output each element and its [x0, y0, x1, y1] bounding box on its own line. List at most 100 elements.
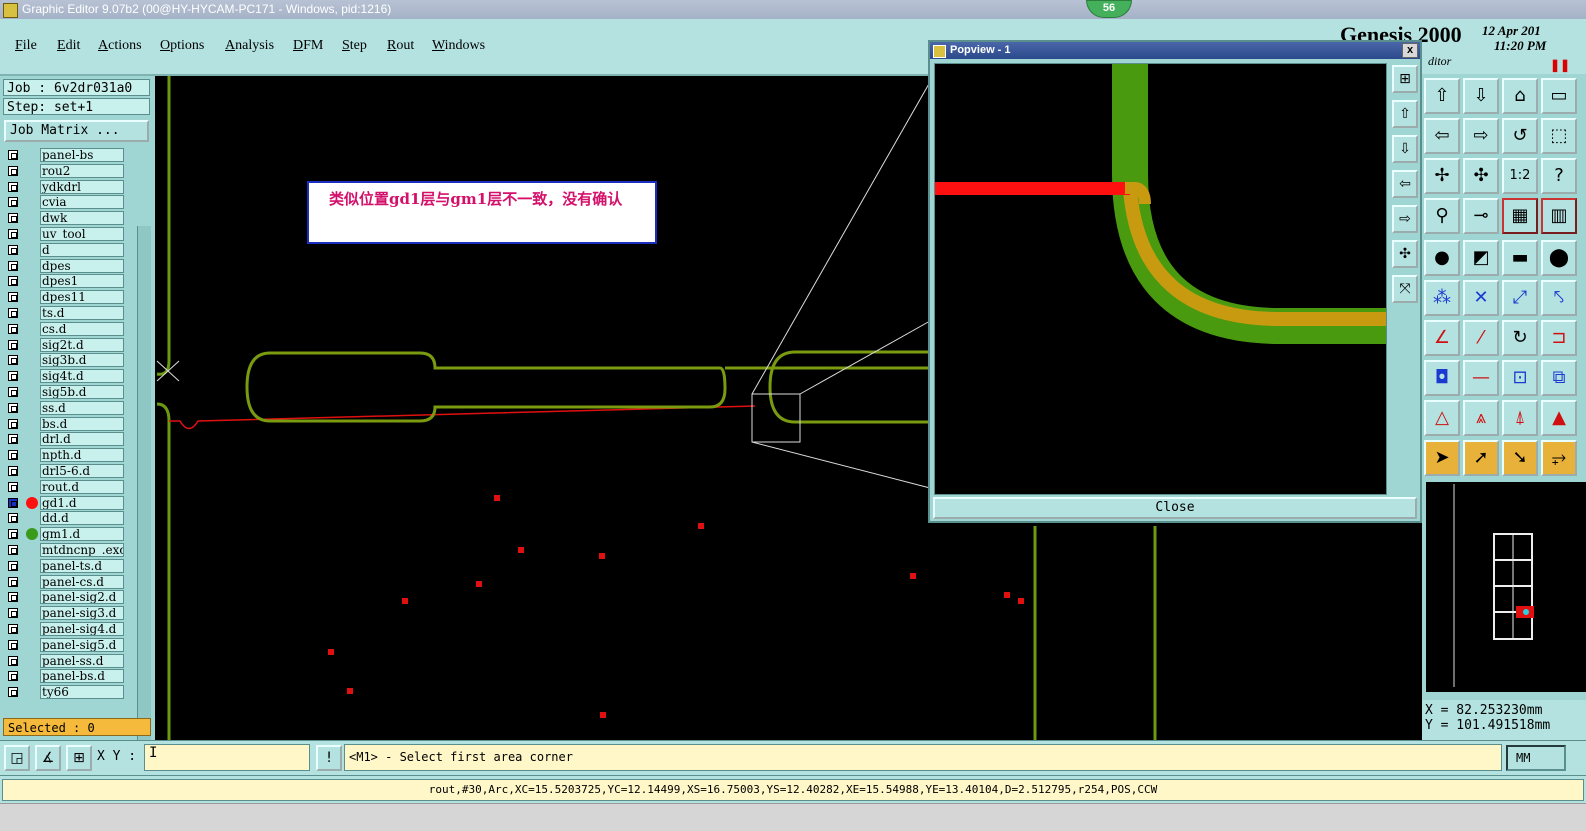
layer-name[interactable]: gm1.d: [40, 527, 124, 542]
diagonal-icon[interactable]: ⤢: [1502, 280, 1538, 316]
layer-checkbox[interactable]: [8, 308, 18, 318]
layer-row[interactable]: mtdncnp_.exc: [4, 543, 152, 558]
cross-icon[interactable]: ✕: [1463, 280, 1499, 316]
layer-checkbox[interactable]: [8, 513, 18, 524]
layer-checkbox[interactable]: [8, 418, 18, 429]
pan-down-icon[interactable]: ⇩: [1392, 135, 1418, 163]
triangle-line-icon[interactable]: ⍋: [1502, 400, 1538, 436]
layer-row[interactable]: panel-sig3.d: [4, 606, 152, 621]
layer-row[interactable]: dpes11: [4, 290, 152, 305]
layer-name[interactable]: dwk: [40, 211, 124, 226]
feature-icon[interactable]: ⊐: [1541, 320, 1577, 356]
layer-name[interactable]: sig5b.d: [40, 385, 124, 399]
triangle-alt-icon[interactable]: ⩓: [1463, 400, 1499, 436]
layer-checkbox[interactable]: [8, 339, 18, 350]
layer-row[interactable]: panel-sig4.d: [4, 622, 152, 637]
layer-name[interactable]: drl.d: [40, 432, 124, 447]
layer-row[interactable]: drl.d: [4, 432, 152, 447]
layer-checkbox[interactable]: [8, 576, 18, 587]
close-icon[interactable]: x: [1402, 43, 1418, 58]
layer-name[interactable]: panel-bs: [40, 148, 124, 162]
layer-name[interactable]: mtdncnp_.exc: [40, 543, 124, 557]
angle-icon[interactable]: ∡: [35, 745, 61, 771]
layer-name[interactable]: bs.d: [40, 416, 124, 431]
pad-add-icon[interactable]: ◘: [1424, 360, 1460, 396]
layer-name[interactable]: sig3b.d: [40, 353, 124, 368]
layer-row[interactable]: panel-cs.d: [4, 574, 152, 590]
net-icon[interactable]: ▥: [1541, 198, 1577, 234]
measure-icon[interactable]: ⚲: [1424, 198, 1460, 234]
layer-name[interactable]: sig4t.d: [40, 369, 124, 384]
layer-name[interactable]: npth.d: [40, 448, 124, 463]
layer-checkbox[interactable]: [8, 624, 18, 634]
layer-name[interactable]: gd1.d: [40, 495, 124, 510]
layer-row[interactable]: ty66: [4, 685, 152, 700]
layer-name[interactable]: drl5-6.d: [40, 464, 124, 478]
layer-checkbox[interactable]: [8, 292, 18, 303]
layer-checkbox[interactable]: [8, 592, 18, 603]
grid-icon[interactable]: ▦: [1502, 198, 1538, 234]
layer-color-dot[interactable]: [26, 496, 38, 509]
zoom-area-icon[interactable]: ⬚: [1541, 118, 1577, 154]
triangle-fill-icon[interactable]: ▲: [1541, 400, 1577, 436]
minimap[interactable]: [1426, 482, 1586, 692]
connect-icon[interactable]: ⁂: [1424, 280, 1460, 316]
layer-row[interactable]: rout.d: [4, 479, 152, 495]
layer-checkbox[interactable]: [8, 434, 18, 445]
layer-checkbox[interactable]: [8, 244, 18, 255]
layer-name[interactable]: ss.d: [40, 400, 124, 415]
layer-checkbox[interactable]: [8, 213, 18, 224]
layer-checkbox[interactable]: [8, 229, 18, 239]
layer-checkbox[interactable]: [8, 497, 18, 508]
zoom-out-icon[interactable]: ✣: [1392, 240, 1418, 268]
dimension-icon[interactable]: ⊡: [1502, 360, 1538, 396]
menu-actions[interactable]: Actions: [98, 38, 142, 54]
layer-checkbox[interactable]: [8, 687, 18, 698]
layer-checkbox[interactable]: [8, 165, 18, 176]
layer-checkbox[interactable]: [8, 608, 18, 619]
dot-icon[interactable]: ⬤: [1541, 240, 1577, 276]
layer-checkbox[interactable]: [8, 150, 18, 160]
layer-row[interactable]: ts.d: [4, 306, 152, 321]
layer-row[interactable]: panel-ss.d: [4, 653, 152, 669]
layer-row[interactable]: cs.d: [4, 321, 152, 337]
zoom-all-icon[interactable]: ✣: [1463, 158, 1499, 194]
layer-name[interactable]: panel-ss.d: [40, 653, 124, 668]
layer-name[interactable]: ty66: [40, 685, 124, 700]
layer-name[interactable]: sig2t.d: [40, 337, 124, 352]
layer-name[interactable]: ts.d: [40, 306, 124, 320]
layer-row[interactable]: rou2: [4, 163, 152, 179]
layer-color-dot[interactable]: [26, 528, 38, 541]
layer-row[interactable]: panel-bs.d: [4, 669, 152, 684]
layer-row[interactable]: drl5-6.d: [4, 464, 152, 479]
layer-row[interactable]: panel-bs: [4, 148, 152, 163]
zoom-up-icon[interactable]: ⇧: [1424, 78, 1460, 114]
layer-name[interactable]: dd.d: [40, 511, 124, 526]
layer-row[interactable]: ss.d: [4, 400, 152, 416]
units-selector[interactable]: MM: [1506, 745, 1566, 771]
menu-options[interactable]: Options: [160, 38, 204, 54]
menu-analysis[interactable]: Analysis: [225, 38, 274, 54]
layer-checkbox[interactable]: [8, 466, 18, 476]
layer-row[interactable]: sig2t.d: [4, 337, 152, 353]
triangle-icon[interactable]: △: [1424, 400, 1460, 436]
layer-name[interactable]: rout.d: [40, 479, 124, 494]
ruler-icon[interactable]: ▬: [1502, 240, 1538, 276]
pointer-icon[interactable]: ➤: [1424, 440, 1460, 476]
layer-row[interactable]: panel-sig5.d: [4, 637, 152, 653]
layer-name[interactable]: rou2: [40, 163, 124, 178]
arc-icon[interactable]: ↻: [1502, 320, 1538, 356]
layer-checkbox[interactable]: [8, 450, 18, 461]
undo-zoom-icon[interactable]: ↺: [1502, 118, 1538, 154]
layer-name[interactable]: cs.d: [40, 321, 124, 336]
layer-name[interactable]: dpes: [40, 258, 124, 273]
scale-one-to-one-icon[interactable]: 1:2: [1502, 158, 1538, 194]
pick-pointer-icon[interactable]: ➘: [1502, 440, 1538, 476]
layer-checkbox[interactable]: [8, 181, 18, 192]
layer-name[interactable]: panel-ts.d: [40, 558, 124, 573]
layer-row[interactable]: gd1.d: [4, 495, 152, 511]
layer-row[interactable]: panel-sig2.d: [4, 590, 152, 605]
layer-checkbox[interactable]: [8, 639, 18, 650]
layer-name[interactable]: panel-sig5.d: [40, 637, 124, 652]
pointer-step-icon[interactable]: ⥅: [1541, 440, 1577, 476]
